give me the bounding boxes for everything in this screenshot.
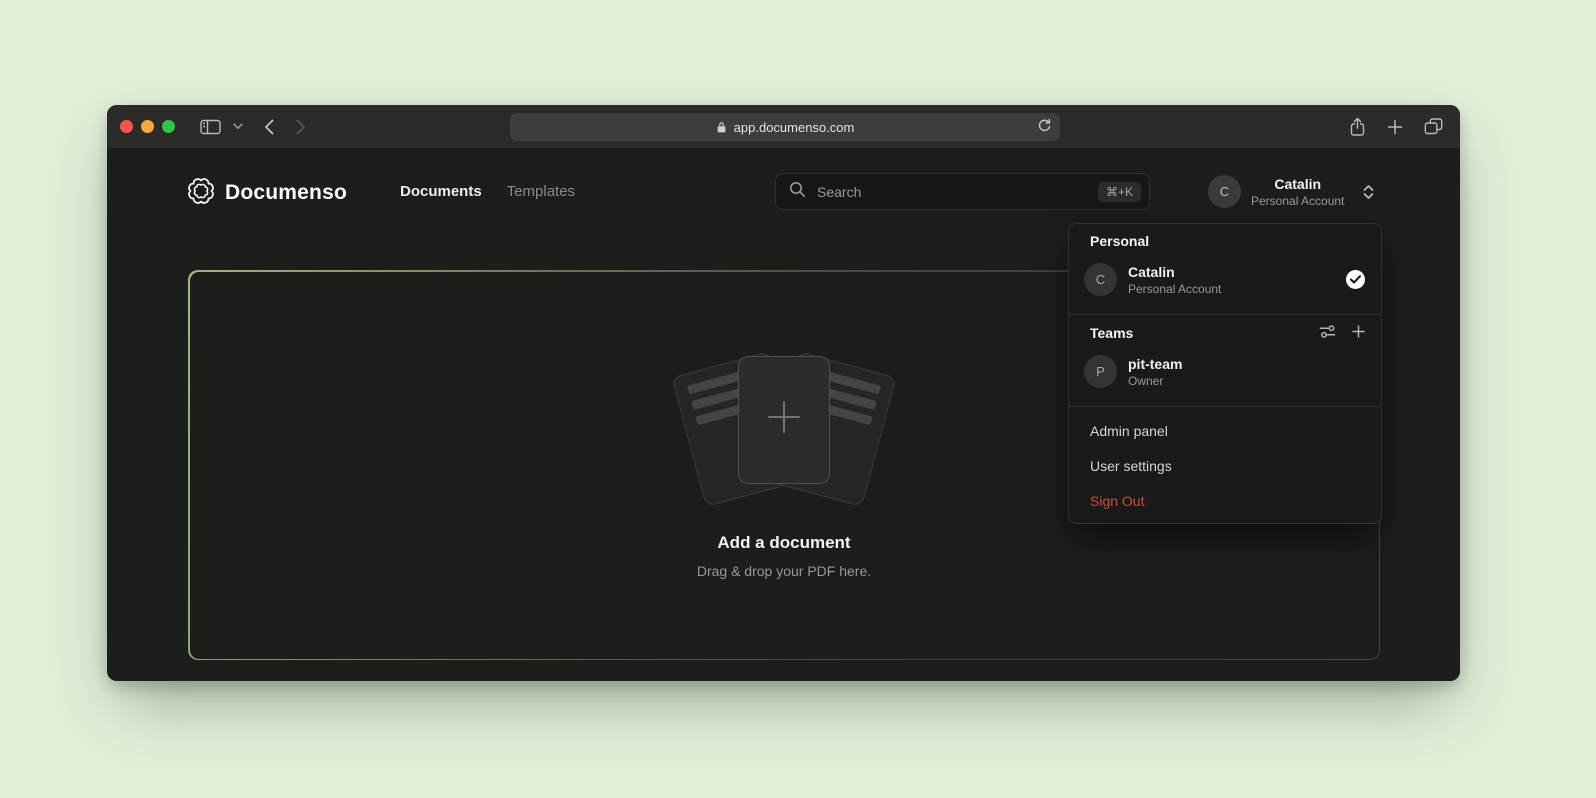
- search-icon: [789, 181, 806, 203]
- tab-overview-icon: [1424, 118, 1443, 135]
- toolbar-chevron-button[interactable]: [233, 123, 243, 130]
- close-button[interactable]: [120, 120, 133, 133]
- nav-link-documents[interactable]: Documents: [400, 183, 482, 200]
- tab-overview-button[interactable]: [1424, 118, 1443, 135]
- personal-section-heading: Personal: [1090, 233, 1365, 250]
- menu-item-sign-out[interactable]: Sign Out: [1069, 483, 1381, 518]
- reload-button[interactable]: [1037, 118, 1051, 134]
- team-item-text: pit-team Owner: [1128, 356, 1182, 388]
- document-card-add: [738, 356, 830, 484]
- forward-icon: [296, 119, 306, 135]
- new-tab-button[interactable]: [1387, 119, 1403, 135]
- account-avatar: C: [1208, 175, 1241, 208]
- account-name: Catalin: [1251, 176, 1344, 192]
- search-box: ⌘+K: [775, 173, 1150, 210]
- zoom-button[interactable]: [162, 120, 175, 133]
- team-avatar: P: [1084, 355, 1117, 388]
- forward-button[interactable]: [296, 119, 306, 135]
- personal-section: Personal C Catalin Personal Account: [1069, 224, 1381, 314]
- brand-name: Documenso: [225, 181, 347, 205]
- add-team-button[interactable]: [1352, 325, 1365, 341]
- account-menu-button[interactable]: C Catalin Personal Account: [1208, 173, 1374, 210]
- minimize-button[interactable]: [141, 120, 154, 133]
- document-stack-illustration: [679, 348, 889, 500]
- teams-section-heading: Teams: [1090, 325, 1319, 342]
- web-content: Documenso Documents Templates ⌘+K C: [107, 148, 1460, 681]
- address-bar[interactable]: app.documenso.com: [510, 113, 1060, 141]
- teams-section: Teams: [1069, 315, 1381, 406]
- teams-section-header: Teams: [1090, 324, 1365, 342]
- dropzone-subtitle: Drag & drop your PDF here.: [697, 563, 871, 579]
- team-item-name: pit-team: [1128, 356, 1182, 372]
- menu-item-admin-panel[interactable]: Admin panel: [1069, 413, 1381, 448]
- nav-link-templates[interactable]: Templates: [507, 183, 575, 200]
- sidebar-toggle-icon: [200, 119, 221, 135]
- back-button[interactable]: [264, 119, 274, 135]
- primary-nav: Documents Templates: [400, 183, 575, 200]
- brand-logo-link[interactable]: Documenso: [187, 178, 347, 208]
- documenso-logo-icon: [187, 177, 215, 210]
- team-item-subtitle: Owner: [1128, 374, 1182, 388]
- account-text: Catalin Personal Account: [1251, 176, 1344, 208]
- menu-actions: Admin panel User settings Sign Out: [1069, 407, 1381, 523]
- chevrons-up-down-icon: [1363, 184, 1374, 200]
- share-button[interactable]: [1349, 117, 1366, 137]
- address-url: app.documenso.com: [734, 120, 855, 135]
- sidebar-toggle-button[interactable]: [200, 119, 221, 135]
- menu-item-team-pit-team[interactable]: P pit-team Owner: [1069, 355, 1381, 388]
- account-menu-dropdown: Personal C Catalin Personal Account: [1068, 223, 1382, 524]
- menu-item-user-settings[interactable]: User settings: [1069, 448, 1381, 483]
- personal-avatar: C: [1084, 263, 1117, 296]
- reload-icon: [1037, 118, 1051, 134]
- account-subtitle: Personal Account: [1251, 194, 1344, 208]
- traffic-lights: [120, 120, 175, 133]
- browser-titlebar: app.documenso.com: [107, 105, 1460, 148]
- search-shortcut-badge: ⌘+K: [1098, 182, 1141, 202]
- add-team-icon: [1352, 325, 1365, 341]
- new-tab-icon: [1387, 119, 1403, 135]
- search-input[interactable]: [815, 183, 1098, 201]
- plus-icon: [761, 394, 807, 445]
- manage-teams-button[interactable]: [1319, 324, 1336, 342]
- check-circle-icon: [1346, 270, 1365, 289]
- menu-item-personal-account[interactable]: C Catalin Personal Account: [1069, 263, 1381, 296]
- personal-item-name: Catalin: [1128, 264, 1221, 280]
- desktop-background: app.documenso.com: [0, 0, 1596, 798]
- share-icon: [1349, 117, 1366, 137]
- personal-item-text: Catalin Personal Account: [1128, 264, 1221, 296]
- chevron-down-icon: [233, 123, 243, 130]
- lock-icon: [716, 121, 727, 134]
- dropzone-title: Add a document: [717, 533, 850, 553]
- team-settings-icon: [1319, 324, 1336, 342]
- personal-item-subtitle: Personal Account: [1128, 282, 1221, 296]
- back-icon: [264, 119, 274, 135]
- titlebar-right-actions: [1349, 117, 1446, 137]
- browser-window: app.documenso.com: [107, 105, 1460, 681]
